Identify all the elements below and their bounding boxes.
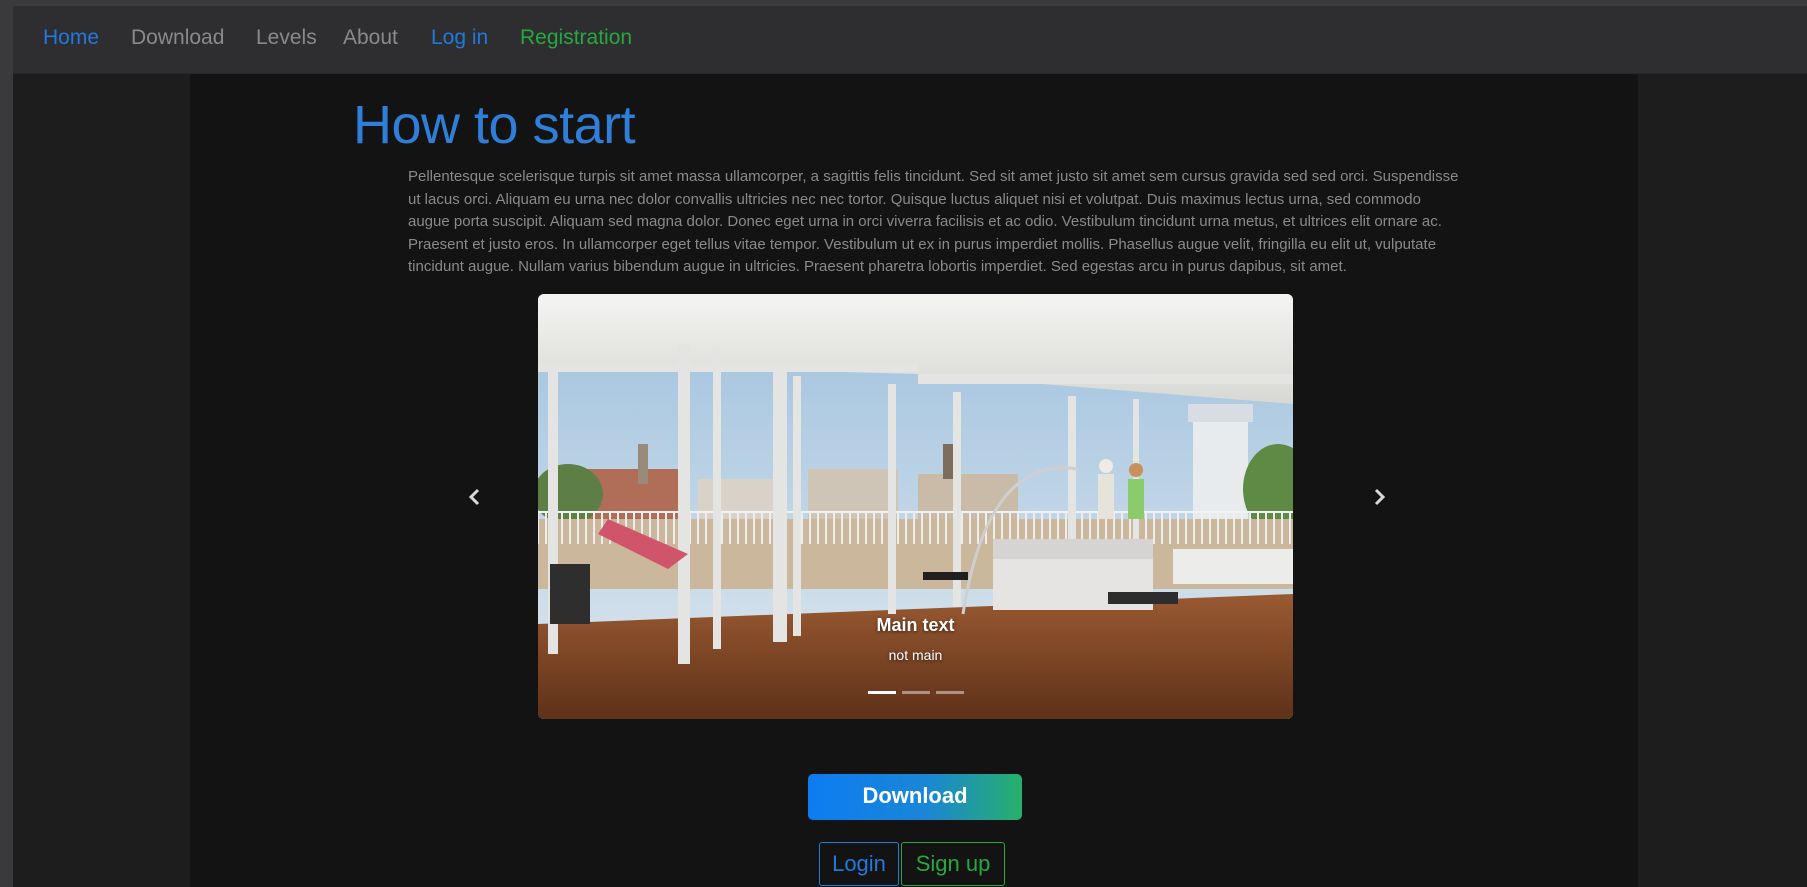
- carousel-next-button[interactable]: [1364, 482, 1394, 512]
- carousel-caption-title: Main text: [876, 615, 955, 635]
- carousel-indicator-1[interactable]: [867, 691, 896, 694]
- image-carousel[interactable]: Main text not main: [538, 294, 1293, 719]
- chevron-left-icon: [468, 488, 480, 506]
- nav-home-link[interactable]: Home: [43, 26, 99, 50]
- signup-button[interactable]: Sign up: [901, 842, 1005, 886]
- page-body: How to start Pellentesque scelerisque tu…: [13, 74, 1807, 887]
- download-button[interactable]: Download: [808, 774, 1022, 820]
- nav-download-link[interactable]: Download: [131, 26, 224, 50]
- carousel-indicator-2[interactable]: [901, 691, 930, 694]
- nav-login-link[interactable]: Log in: [431, 26, 488, 50]
- page-title: How to start: [353, 95, 636, 155]
- nav-registration-link[interactable]: Registration: [520, 26, 632, 50]
- carousel-indicator-3[interactable]: [935, 691, 964, 694]
- chevron-right-icon: [1374, 488, 1386, 506]
- main-container: How to start Pellentesque scelerisque tu…: [190, 74, 1638, 887]
- carousel-caption-subtitle: not main: [888, 647, 943, 663]
- nav-levels-link[interactable]: Levels: [256, 26, 317, 50]
- nav-about-link[interactable]: About: [343, 26, 398, 50]
- top-navbar: Home Download Levels About Log in Regist…: [13, 6, 1807, 74]
- intro-paragraph: Pellentesque scelerisque turpis sit amet…: [408, 168, 1459, 276]
- window-left-strip: [0, 0, 13, 887]
- login-button[interactable]: Login: [819, 842, 899, 886]
- carousel-indicators: [538, 691, 1293, 694]
- carousel-prev-button[interactable]: [460, 482, 490, 512]
